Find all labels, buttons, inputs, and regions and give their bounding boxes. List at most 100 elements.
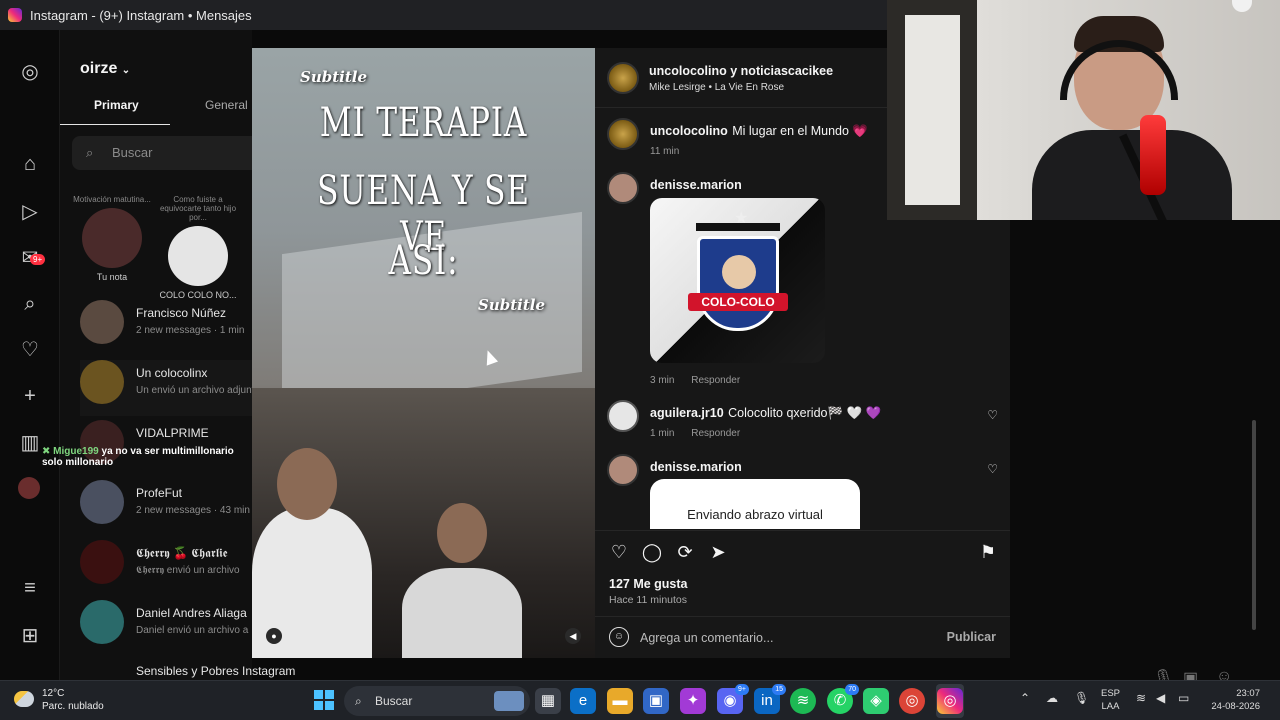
avatar[interactable] (607, 172, 639, 204)
window-title: Instagram - (9+) Instagram • Mensajes (30, 7, 252, 23)
onedrive-icon[interactable]: ☁ (1046, 691, 1058, 705)
game-icon[interactable]: ◈ (863, 688, 889, 714)
chrome-icon[interactable]: ◎ (899, 688, 925, 714)
chat-name: Daniel Andres Aliaga (136, 606, 247, 620)
avatar[interactable] (607, 400, 639, 432)
messages-thread-area: 🎙 ▣ ☺ (1010, 220, 1280, 710)
video-figure (437, 503, 487, 563)
bookmark-icon[interactable]: ⚑ (977, 541, 999, 563)
comment-icon[interactable]: ◯ (641, 541, 663, 563)
dashboard-icon[interactable]: ▥ (18, 431, 42, 455)
avatar (80, 360, 124, 404)
instagram-logo-icon[interactable]: ◎ (18, 60, 42, 84)
window-titlebar: Instagram - (9+) Instagram • Mensajes (0, 0, 887, 30)
spotify-icon[interactable]: ≋ (790, 688, 816, 714)
taskbar-search[interactable]: ⌕ Buscar (344, 686, 530, 716)
store-icon[interactable]: ▣ (643, 688, 669, 714)
chat-item[interactable]: ProfeFut 2 new messages · 43 min (80, 480, 255, 536)
weather-temp: 12°C (42, 688, 65, 699)
whatsapp-icon[interactable]: ✆ 70 (827, 684, 859, 714)
copilot-icon[interactable]: ✦ (680, 688, 706, 714)
comment-input[interactable] (640, 625, 940, 651)
chat-preview: 2 new messages · 1 min (136, 325, 245, 336)
instagram-taskbar-icon[interactable]: ◎ (937, 688, 963, 714)
microphone-tray-icon[interactable]: 🎙 (1074, 691, 1089, 705)
volume-tray-icon[interactable]: ◀ (1156, 691, 1165, 705)
video-line-1: MI TERAPIA (319, 100, 528, 146)
video-figure (277, 448, 337, 520)
search-icon[interactable]: ⌕ (18, 292, 42, 316)
webcam-lamp (1232, 0, 1252, 12)
stream-chat-user: Migue199 (53, 446, 99, 457)
wifi-icon[interactable]: ≋ (1136, 691, 1146, 705)
like-comment-icon[interactable]: ♡ (987, 462, 998, 476)
avatar (168, 226, 228, 286)
linkedin-icon[interactable]: in 15 (754, 684, 786, 714)
inbox-panel: oirze ⌄ Primary General ⌕ Buscar Motivac… (60, 30, 295, 680)
task-view-icon[interactable]: ▦ (535, 688, 561, 714)
account-switcher[interactable]: oirze ⌄ (80, 60, 130, 78)
scrollbar[interactable] (1252, 420, 1256, 630)
chat-item[interactable]: Daniel Andres Aliaga Daniel envió un arc… (80, 600, 255, 656)
publish-button[interactable]: Publicar (947, 630, 996, 644)
like-icon[interactable]: ♡ (608, 541, 630, 563)
tab-general[interactable]: General (205, 98, 248, 112)
share-icon[interactable]: ➤ (707, 541, 729, 563)
comment-time: 3 min (650, 375, 675, 386)
user-tag-icon[interactable]: ● (266, 628, 282, 644)
search-input[interactable]: ⌕ Buscar (72, 136, 262, 170)
messages-icon[interactable]: ✉ 9+ (18, 246, 46, 270)
caption-user[interactable]: uncolocolino (650, 124, 728, 138)
chevron-up-icon[interactable]: ⌃ (1020, 691, 1030, 705)
avatar[interactable] (607, 454, 639, 486)
profile-avatar[interactable] (18, 477, 40, 499)
create-icon[interactable]: + (18, 384, 42, 408)
home-icon[interactable]: ⌂ (18, 152, 42, 176)
reply-button[interactable]: Responder (691, 428, 740, 439)
volume-icon[interactable]: ◀ (565, 628, 581, 644)
stream-chat-message: ✖ Migue199 ya no va ser multimillonario … (42, 446, 252, 468)
reels-icon[interactable]: ▷ (18, 200, 42, 224)
chat-item[interactable]: Francisco Núñez 2 new messages · 1 min (80, 300, 255, 356)
chat-preview: Un envió un archivo adjunto (136, 385, 260, 396)
caption-text: Mi lugar en el Mundo 💗 (732, 124, 869, 138)
emoji-icon[interactable]: ☺ (609, 627, 629, 647)
tab-primary[interactable]: Primary (94, 98, 139, 112)
file-explorer-icon[interactable]: ▬ (607, 688, 633, 714)
apps-icon[interactable]: ⊞ (18, 624, 42, 648)
notifications-icon[interactable]: ♡ (18, 338, 42, 362)
stream-chat-icon: ✖ (42, 446, 51, 457)
discord-icon[interactable]: ◉ 9+ (717, 684, 749, 714)
post-audio[interactable]: Mike Lesirge • La Vie En Rose (649, 82, 784, 93)
reel-video[interactable]: Subtitle MI TERAPIA SUENA Y SE VE ASI: S… (252, 48, 595, 658)
edge-icon[interactable]: e (570, 688, 596, 714)
post-actions: ♡ ◯ ⟳ ➤ ⚑ 127 Me gusta Hace 11 minutos ☺… (595, 530, 1010, 658)
comment-user[interactable]: denisse.marion (650, 460, 742, 474)
language-indicator[interactable]: ESP LAA (1101, 687, 1120, 713)
menu-icon[interactable]: ≡ (18, 576, 42, 600)
chat-preview: 𝕮𝖍𝖊𝖗𝖗𝖞 envió un archivo (136, 565, 240, 576)
avatar (80, 540, 124, 584)
battery-icon[interactable]: ▭ (1178, 691, 1189, 705)
weather-desc: Parc. nublado (42, 701, 104, 712)
chat-item[interactable]: Un colocolinx Un envió un archivo adjunt… (80, 360, 260, 416)
chat-item[interactable]: Sensibles y Pobres Instagram (80, 660, 295, 680)
webcam-person (1032, 16, 1232, 220)
start-button[interactable] (314, 690, 334, 710)
likes-count[interactable]: 127 Me gusta (609, 577, 688, 591)
comment-time: 1 min (650, 428, 675, 439)
comment-text: Colocolito qxerido🏁 🤍 💜 (728, 406, 882, 420)
repost-icon[interactable]: ⟳ (674, 541, 696, 563)
clock[interactable]: 23:07 24-08-2026 (1206, 687, 1260, 713)
reply-button[interactable]: Responder (691, 375, 740, 386)
note-item[interactable]: Como fuiste a equivocarte tanto hijo por… (158, 195, 238, 300)
post-author[interactable]: uncolocolino y noticiascacikee (649, 64, 833, 78)
avatar[interactable] (607, 62, 639, 94)
note-item[interactable]: Motivación matutina... Tu nota (72, 195, 152, 282)
chat-item[interactable]: 𝕮𝖍𝖊𝖗𝖗𝖞 🍒 𝕮𝖍𝖆𝖗𝖑𝖎𝖊 𝕮𝖍𝖊𝖗𝖗𝖞 envió un archivo (80, 540, 255, 596)
comment-user[interactable]: denisse.marion (650, 178, 742, 192)
tab-underline (60, 124, 170, 125)
like-comment-icon[interactable]: ♡ (987, 408, 998, 422)
comment-user[interactable]: aguilera.jr10 (650, 406, 724, 420)
avatar[interactable] (607, 118, 639, 150)
